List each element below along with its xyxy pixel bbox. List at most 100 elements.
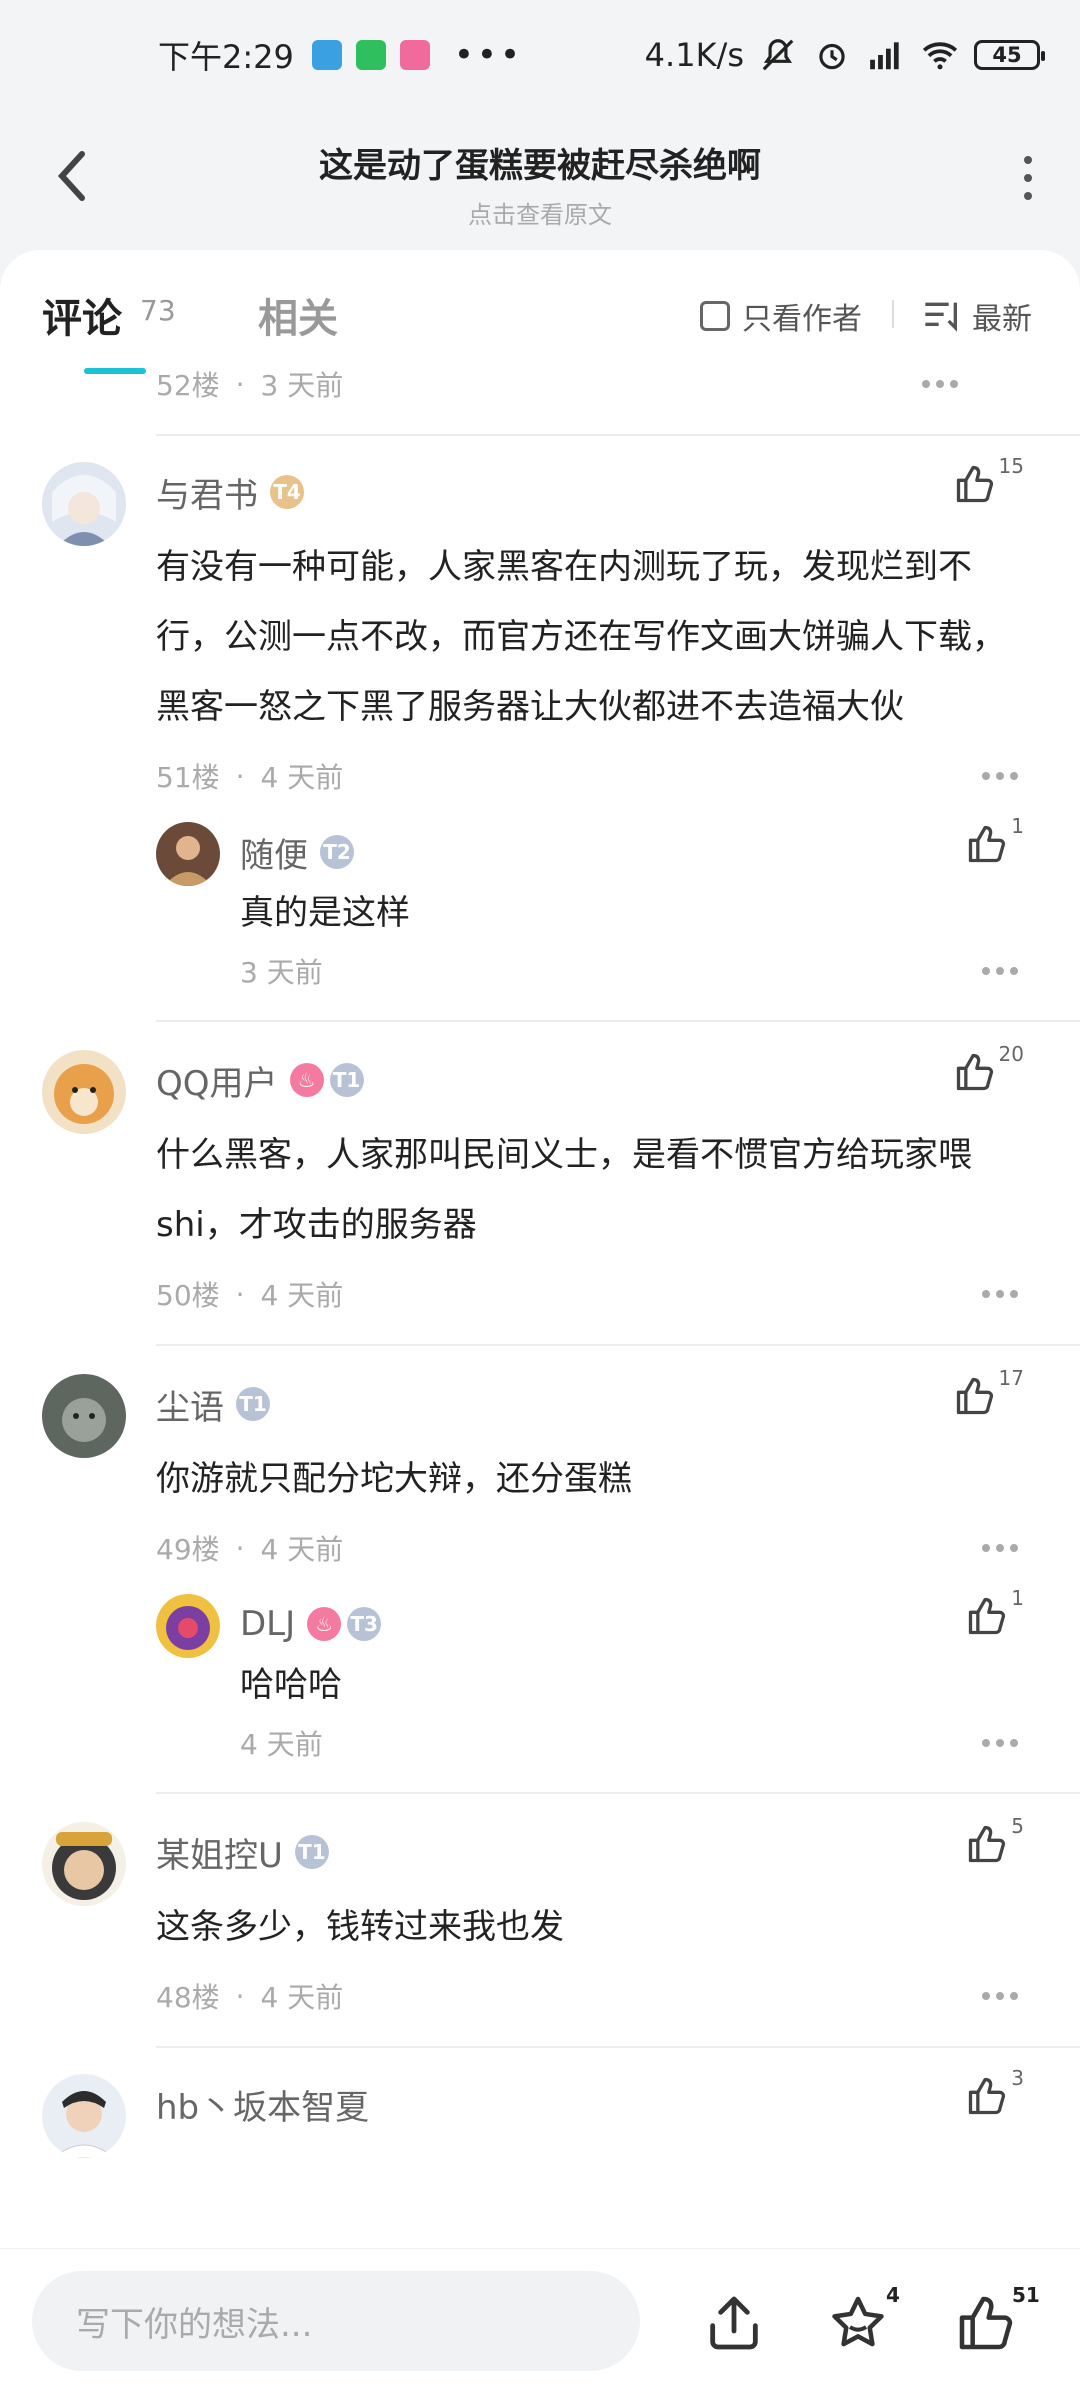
tab-related[interactable]: 相关 <box>258 286 338 344</box>
thumb-up-icon <box>959 2296 1013 2350</box>
user-name[interactable]: 随便 <box>240 828 308 877</box>
user-name[interactable]: 尘语 <box>156 1380 224 1429</box>
comment-time: 4 天前 <box>260 1981 344 2014</box>
share-button[interactable] <box>702 2291 766 2355</box>
tab-comments[interactable]: 评论 <box>42 286 122 344</box>
star-icon <box>832 2296 884 2347</box>
mute-icon <box>758 35 798 75</box>
ellipsis-button[interactable] <box>982 967 1018 975</box>
comment-item[interactable]: 与君书 T4 15 有没有一种可能，人家黑客在内测玩了玩，发现烂到不行，公测一点… <box>0 436 1080 998</box>
battery-icon: 45 <box>974 40 1045 70</box>
more-notifications-icon: ••• <box>453 35 524 75</box>
author-only-toggle[interactable]: 只看作者 <box>700 294 862 338</box>
favorite-count: 4 <box>886 2283 900 2307</box>
like-count: 5 <box>1011 1814 1024 1838</box>
status-bar: 下午2:29 ••• 4.1K/s 45 <box>0 0 1080 110</box>
floor-number: 52楼 <box>156 369 220 402</box>
wifi-icon <box>920 35 960 75</box>
avatar[interactable] <box>156 822 220 886</box>
avatar[interactable] <box>42 1822 126 1906</box>
avatar[interactable] <box>42 1374 126 1458</box>
status-time: 下午2:29 <box>158 38 294 76</box>
network-speed: 4.1K/s <box>644 36 744 74</box>
user-name[interactable]: 与君书 <box>156 468 258 517</box>
ellipsis-button[interactable] <box>982 1992 1018 2000</box>
user-name[interactable]: QQ用户 <box>156 1056 278 1105</box>
like-button[interactable]: 1 <box>965 1586 1024 1638</box>
comment-text: 有没有一种可能，人家黑客在内测玩了玩，发现烂到不行，公测一点不改，而官方还在写作… <box>156 547 1006 727</box>
like-button[interactable]: 15 <box>953 454 1024 506</box>
comment-list: 52楼 · 3 天前 与君书 T4 15 有没有一种可能，人家黑客在内测玩了玩，… <box>0 368 1080 2158</box>
comment-item[interactable]: QQ用户 ♨ T1 20 什么黑客，人家那叫民间义士，是看不惯官方给玩家喂shi… <box>0 1022 1080 1322</box>
signal-icon <box>866 35 906 75</box>
post-like-count: 51 <box>1012 2283 1040 2307</box>
ellipsis-button[interactable] <box>982 1739 1018 1747</box>
thumb-up-icon <box>969 1597 1006 1635</box>
reply-text: 哈哈哈 <box>240 1665 342 1705</box>
fire-badge-icon: ♨ <box>289 1063 324 1097</box>
comment-item[interactable]: 尘语 T1 17 你游就只配分坨大辩，还分蛋糕 49楼 · 4 天前 DLJ ♨… <box>0 1346 1080 1770</box>
level-badge: T3 <box>347 1607 382 1641</box>
tab-bar: 评论 73 相关 只看作者 最新 <box>0 250 1080 380</box>
like-count: 15 <box>998 454 1024 478</box>
level-badge: T1 <box>236 1387 270 1421</box>
favorite-button[interactable] <box>826 2291 890 2355</box>
like-count: 17 <box>998 1366 1024 1390</box>
more-icon <box>1024 156 1032 164</box>
sort-label: 最新 <box>972 302 1032 337</box>
fire-badge-icon: ♨ <box>307 1607 342 1641</box>
reply-item[interactable]: 随便 T2 1 真的是这样 3 天前 <box>156 814 1024 998</box>
like-button[interactable]: 3 <box>965 2066 1024 2118</box>
thumb-up-icon <box>969 825 1006 863</box>
level-badge: T2 <box>320 835 354 869</box>
comment-text: 什么黑客，人家那叫民间义士，是看不惯官方给玩家喂shi，才攻击的服务器 <box>156 1135 972 1245</box>
ellipsis-button[interactable] <box>982 1544 1018 1552</box>
user-name[interactable]: DLJ <box>240 1604 295 1644</box>
reply-time: 4 天前 <box>240 1728 323 1761</box>
floor-number: 48楼 <box>156 1981 220 2014</box>
ellipsis-button[interactable] <box>922 380 958 388</box>
thumb-up-icon <box>956 1377 993 1415</box>
post-title: 这是动了蛋糕要被赶尽杀绝啊 <box>319 146 761 186</box>
level-badge: T1 <box>294 1835 329 1869</box>
like-post-button[interactable] <box>954 2291 1018 2355</box>
comment-text: 这条多少，钱转过来我也发 <box>156 1907 564 1947</box>
active-tab-indicator <box>84 368 146 374</box>
floor-number: 49楼 <box>156 1533 220 1566</box>
ellipsis-button[interactable] <box>982 772 1018 780</box>
ellipsis-button[interactable] <box>982 1290 1018 1298</box>
user-name[interactable]: 某姐控U <box>156 1828 283 1877</box>
bottom-action-bar: 写下你的想法... 4 51 <box>0 2248 1080 2400</box>
comment-time: 4 天前 <box>260 761 344 794</box>
like-button[interactable]: 1 <box>965 814 1024 866</box>
reply-item[interactable]: DLJ ♨ T3 1 哈哈哈 4 天前 <box>156 1586 1024 1770</box>
avatar[interactable] <box>42 1050 126 1134</box>
author-only-label: 只看作者 <box>742 302 862 337</box>
avatar[interactable] <box>42 462 126 546</box>
like-count: 20 <box>998 1042 1024 1066</box>
comment-input[interactable]: 写下你的想法... <box>32 2271 640 2371</box>
thumb-up-icon <box>969 1825 1006 1863</box>
level-badge: T1 <box>329 1063 364 1097</box>
ellipsis-icon <box>982 772 990 780</box>
comment-partial: 52楼 · 3 天前 <box>0 368 1080 434</box>
like-button[interactable]: 17 <box>953 1366 1024 1418</box>
reply-time: 3 天前 <box>240 956 323 989</box>
like-count: 1 <box>1011 1586 1024 1610</box>
comment-time: 4 天前 <box>260 1279 344 1312</box>
floor-number: 50楼 <box>156 1279 220 1312</box>
divider <box>892 300 894 328</box>
comments-card: 评论 73 相关 只看作者 最新 52楼 · 3 天前 与君书 T4 15 有没… <box>0 250 1080 2400</box>
like-button[interactable]: 5 <box>965 1814 1024 1866</box>
like-button[interactable]: 20 <box>953 1042 1024 1094</box>
more-options-button[interactable] <box>1016 156 1040 200</box>
view-original-link[interactable]: 点击查看原文 <box>0 195 1080 230</box>
comments-count: 73 <box>140 294 176 327</box>
user-name[interactable]: hb丶坂本智夏 <box>156 2080 369 2129</box>
avatar[interactable] <box>156 1594 220 1658</box>
sort-button[interactable]: 最新 <box>922 294 1032 338</box>
comment-item[interactable]: hb丶坂本智夏 3 <box>0 2048 1080 2158</box>
avatar[interactable] <box>42 2074 126 2158</box>
comment-item[interactable]: 某姐控U T1 5 这条多少，钱转过来我也发 48楼 · 4 天前 <box>0 1794 1080 2024</box>
comment-time: 4 天前 <box>260 1533 344 1566</box>
